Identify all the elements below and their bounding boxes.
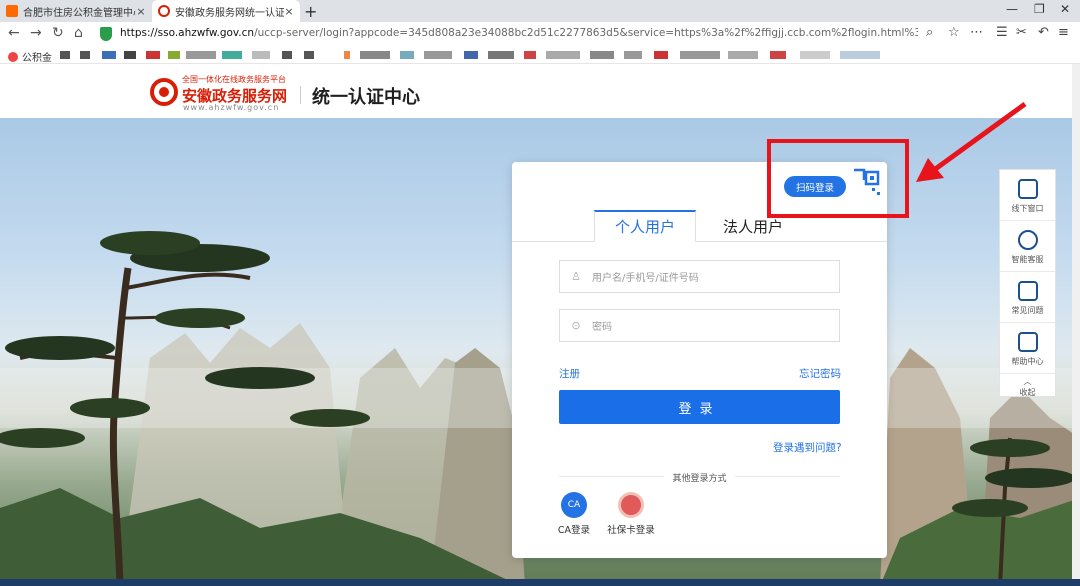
minimize-icon[interactable]: —	[1006, 2, 1018, 16]
url-field[interactable]: https://sso.ahzwfw.gov.cn/uccp-server/lo…	[120, 27, 918, 39]
undo-icon[interactable]: ↶	[1038, 25, 1049, 40]
site-favicon-icon	[6, 5, 18, 17]
url-host: https://sso.ahzwfw.gov.cn	[120, 27, 255, 39]
password-field[interactable]: ⊙ 密码	[559, 309, 840, 342]
bookmarks-bar: 公积金	[0, 46, 1080, 64]
collapse-label: 收起	[1019, 388, 1036, 397]
question-person-icon	[1017, 281, 1038, 301]
user-type-tabs: 个人用户 法人用户	[512, 210, 887, 242]
close-tab-icon[interactable]: ×	[284, 5, 294, 18]
user-icon: ♙	[571, 270, 581, 283]
bookmark-folder-icon	[8, 51, 18, 62]
sidebar-item-label: 线下窗口	[1011, 204, 1044, 213]
bookmark-housing-fund[interactable]: 公积金	[8, 49, 52, 64]
username-placeholder: 用户名/手机号/证件号码	[592, 273, 699, 284]
zoom-icon[interactable]: ⌕	[926, 25, 933, 40]
sidebar-item-faq[interactable]: 常见问题	[1000, 272, 1055, 323]
sidebar-item-label: 智能客服	[1011, 255, 1044, 264]
menu-icon[interactable]: ≡	[1058, 25, 1069, 40]
page-scrollbar[interactable]	[1072, 64, 1080, 579]
qr-login-button[interactable]: 扫码登录	[784, 176, 846, 197]
login-card: 扫码登录 个人用户 法人用户 ♙ 用户名/手机号/证件号码 ⊙ 密码 注册 忘记…	[512, 162, 887, 558]
close-window-icon[interactable]: ✕	[1060, 2, 1070, 16]
tab-title: 合肥市住房公积金管理中心	[23, 7, 136, 19]
forward-icon[interactable]: →	[30, 25, 42, 41]
sidebar-item-smart-service[interactable]: 智能客服	[1000, 221, 1055, 272]
sidebar-item-label: 常见问题	[1011, 306, 1044, 315]
site-header: 全国一体化在线政务服务平台 安徽政务服务网 www.ahzwfw.gov.cn …	[0, 64, 1080, 118]
sidebar-item-offline-window[interactable]: 线下窗口	[1000, 170, 1055, 221]
robot-assistant-icon	[1017, 230, 1038, 250]
back-icon[interactable]: ←	[8, 25, 20, 41]
browser-tab-strip: 合肥市住房公积金管理中心 × 安徽政务服务网统一认证中心 × + — ❐ ✕	[0, 0, 1080, 22]
address-bar: ← → ↻ ⌂ https://sso.ahzwfw.gov.cn/uccp-s…	[0, 22, 1080, 46]
sidebar-item-label: 帮助中心	[1011, 357, 1044, 366]
login-help-link[interactable]: 登录遇到问题?	[773, 440, 842, 455]
password-placeholder: 密码	[592, 322, 612, 333]
document-search-icon	[1017, 332, 1038, 352]
floating-service-toolbar: 线下窗口 智能客服 常见问题 帮助中心 ︿ 收起	[999, 169, 1056, 397]
ahzwfw-logo-icon[interactable]	[150, 78, 178, 106]
reload-icon[interactable]: ↻	[52, 25, 64, 41]
lock-icon: ⊙	[571, 319, 581, 332]
site-favicon-icon	[158, 5, 170, 17]
forgot-password-link[interactable]: 忘记密码	[799, 366, 841, 381]
os-taskbar	[0, 579, 1080, 586]
other-login-methods-label: 其他登录方式	[664, 474, 735, 484]
header-divider	[300, 86, 301, 104]
sidebar-collapse-button[interactable]: ︿ 收起	[1000, 376, 1055, 397]
bookmark-label: 公积金	[22, 53, 52, 64]
ca-icon: CA	[561, 492, 587, 518]
tab-corporate-user[interactable]: 法人用户	[708, 210, 798, 242]
social-security-login-label: 社保卡登录	[607, 525, 655, 536]
new-tab-icon[interactable]: +	[304, 2, 317, 21]
home-icon[interactable]: ⌂	[74, 25, 83, 41]
logo-tagline: 全国一体化在线政务服务平台	[182, 75, 286, 84]
ca-login-label: CA登录	[557, 525, 591, 536]
bookmark-star-icon[interactable]: ☆	[948, 25, 960, 40]
tab-title: 安徽政务服务网统一认证中心	[175, 7, 284, 19]
ca-login-option[interactable]: CA CA登录	[544, 492, 604, 536]
browser-tab-housing-fund[interactable]: 合肥市住房公积金管理中心 ×	[0, 0, 152, 22]
logo-url: www.ahzwfw.gov.cn	[183, 103, 280, 112]
url-path: /uccp-server/login?appcode=345d808a23e34…	[254, 27, 918, 39]
login-submit-button[interactable]: 登录	[559, 390, 840, 424]
social-security-card-icon	[618, 492, 644, 518]
social-security-card-login-option[interactable]: 社保卡登录	[601, 492, 661, 536]
restore-icon[interactable]: ❐	[1034, 2, 1045, 16]
other-login-methods-divider: 其他登录方式	[559, 470, 840, 484]
chevron-up-icon: ︿	[1023, 377, 1032, 386]
favorites-list-icon[interactable]: ☰	[996, 25, 1008, 40]
qr-code-icon[interactable]	[852, 166, 882, 198]
register-link[interactable]: 注册	[559, 366, 580, 381]
page-title: 统一认证中心	[312, 87, 420, 108]
close-tab-icon[interactable]: ×	[136, 5, 146, 18]
storefront-icon	[1017, 179, 1038, 199]
username-field[interactable]: ♙ 用户名/手机号/证件号码	[559, 260, 840, 293]
sidebar-item-help-center[interactable]: 帮助中心	[1000, 323, 1055, 374]
security-shield-icon[interactable]	[100, 27, 112, 41]
browser-tab-auth-center[interactable]: 安徽政务服务网统一认证中心 ×	[152, 0, 300, 22]
tab-personal-user[interactable]: 个人用户	[594, 210, 696, 242]
screenshot-icon[interactable]: ✂	[1016, 25, 1027, 40]
more-icon[interactable]: ⋯	[970, 25, 983, 40]
